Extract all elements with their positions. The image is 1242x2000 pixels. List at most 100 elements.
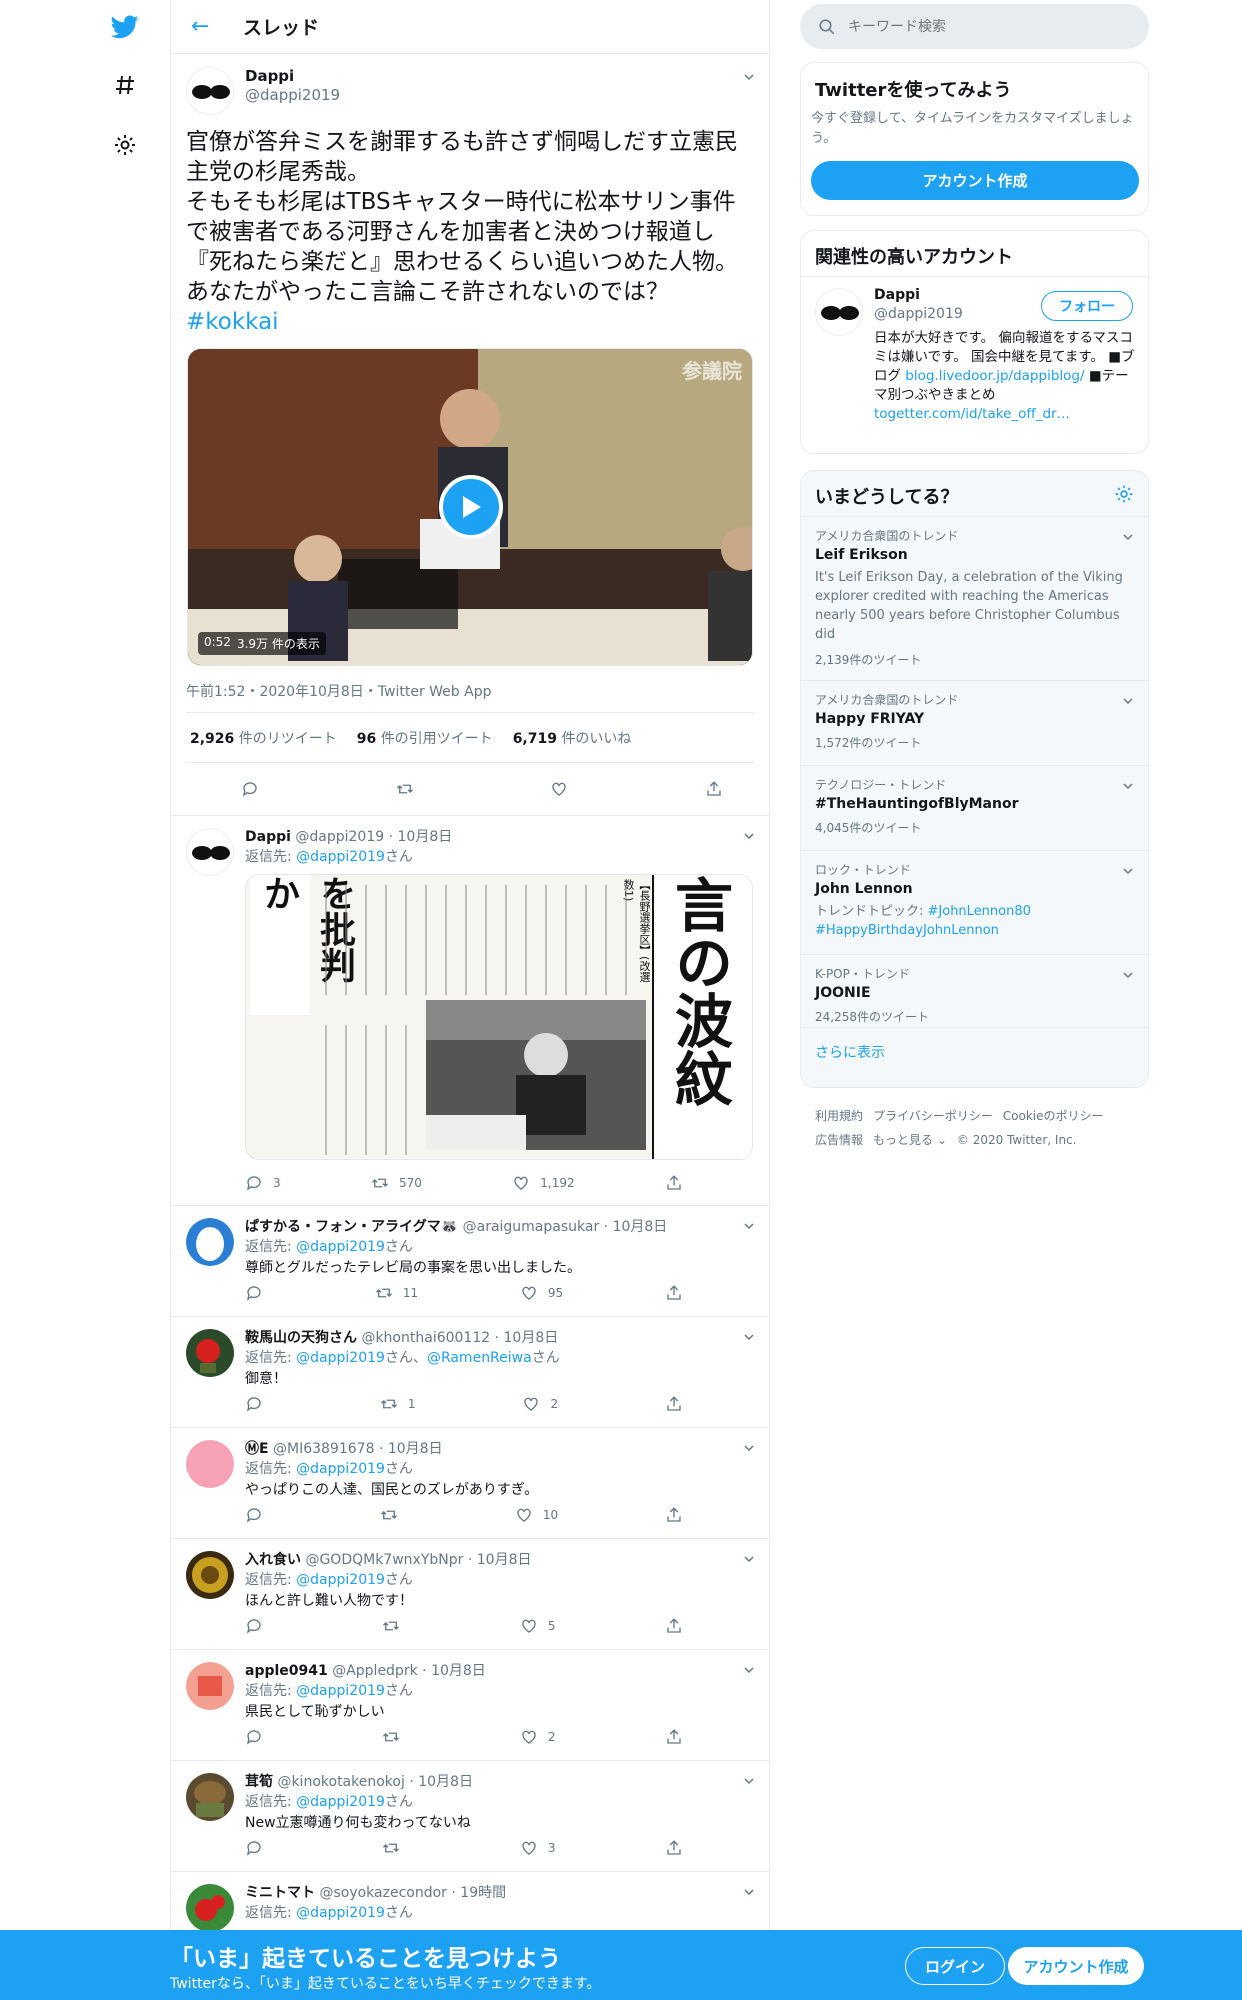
reply-name[interactable]: 鞍馬山の天狗さん [245,1330,357,1346]
retweet-button[interactable]: 1 [380,1395,416,1413]
follow-button[interactable]: フォロー [1041,291,1133,321]
reply-button[interactable] [241,780,259,798]
reply-tweet[interactable]: Dappi @dappi2019 · 10月8日 返信先: @dappi2019… [171,815,769,1205]
privacy-link[interactable]: プライバシーポリシー [873,1109,993,1123]
retweet-stat[interactable]: 2,926 件のリツイート [190,728,337,748]
reply-handle[interactable]: @khonthai600112 [361,1330,490,1346]
reply-to-link[interactable]: @dappi2019 [296,1905,385,1921]
reply-tweet[interactable]: apple0941 @Appledprk · 10月8日 返信先: @dappi2… [171,1649,769,1760]
reply-to-link[interactable]: @dappi2019 [296,1683,385,1699]
author-name[interactable]: Dappi [245,67,294,85]
avatar[interactable] [186,1440,234,1488]
related-togetter-link[interactable]: togetter.com/id/take_off_dr… [874,406,1070,422]
reply-button[interactable] [245,1395,273,1413]
reply-handle[interactable]: @Appledprk [332,1663,418,1679]
avatar[interactable] [186,1329,234,1377]
author-handle[interactable]: @dappi2019 [245,86,340,104]
reply-button[interactable] [245,1728,273,1746]
like-button[interactable]: 5 [520,1617,556,1635]
chevron-down-icon[interactable] [1122,695,1134,707]
avatar[interactable] [186,1218,234,1266]
trend-item[interactable]: アメリカ合衆国のトレンド Happy FRIYAY 1,572件のツイート [801,680,1148,765]
retweet-button[interactable] [382,1617,410,1635]
reply-time[interactable]: 10月8日 [504,1330,559,1346]
share-button[interactable] [665,1284,683,1302]
retweet-button[interactable] [382,1839,410,1857]
reply-name[interactable]: ⓂE [245,1441,269,1457]
retweet-button[interactable] [380,1506,408,1524]
related-name[interactable]: Dappi [874,287,920,303]
video-player[interactable]: 参議院 0:52 3.9万 件の表示 [187,348,753,666]
related-blog-link[interactable]: blog.livedoor.jp/dappiblog/ [905,368,1084,384]
reply-tweet[interactable]: 鞍馬山の天狗さん @khonthai600112 · 10月8日 返信先: @da… [171,1316,769,1427]
hashtag-icon[interactable] [110,70,140,100]
reply-handle[interactable]: @araigumapasukar [463,1219,600,1235]
chevron-down-icon[interactable] [743,1331,755,1343]
trend-item[interactable]: ロック・トレンド John Lennon トレンドトピック: #JohnLennon… [801,850,1148,954]
like-button[interactable] [550,780,568,798]
reply-time[interactable]: 10月8日 [613,1219,668,1235]
reply-button[interactable] [245,1839,273,1857]
chevron-down-icon[interactable] [743,1886,755,1898]
reply-time[interactable]: 10月8日 [398,829,453,845]
back-arrow-icon[interactable]: ← [191,14,221,39]
like-button[interactable]: 1,192 [512,1174,575,1192]
reply-to-link[interactable]: @dappi2019 [296,1794,385,1810]
reply-to-link[interactable]: @dappi2019 [296,849,385,865]
like-button[interactable]: 2 [522,1395,558,1413]
reply-button[interactable]: 3 [245,1174,281,1192]
hashtag-link[interactable]: #kokkai [186,309,279,335]
reply-name[interactable]: Dappi [245,829,291,845]
chevron-down-icon[interactable] [743,1220,755,1232]
share-button[interactable] [705,780,723,798]
ads-info-link[interactable]: 広告情報 [815,1133,863,1147]
like-button[interactable]: 3 [520,1839,556,1857]
avatar[interactable] [186,67,234,115]
reply-name[interactable]: apple0941 [245,1663,328,1679]
avatar[interactable] [186,1773,234,1821]
chevron-down-icon[interactable] [743,830,755,842]
chevron-down-icon[interactable] [743,1442,755,1454]
reply-handle[interactable]: @MI63891678 [273,1441,374,1457]
signup-button[interactable]: アカウント作成 [1008,1947,1144,1985]
retweet-button[interactable] [382,1728,410,1746]
retweet-button[interactable] [396,780,414,798]
reply-tweet[interactable]: 茸筍 @kinokotakenokoj · 10月8日 返信先: @dappi20… [171,1760,769,1871]
reply-handle[interactable]: @dappi2019 [295,829,384,845]
play-button[interactable] [439,475,503,539]
search-box[interactable] [800,4,1149,49]
trend-topic-link[interactable]: #JohnLennon80 [928,904,1031,919]
share-button[interactable] [665,1395,683,1413]
chevron-down-icon[interactable] [743,71,755,83]
share-button[interactable] [665,1839,683,1857]
reply-to-link[interactable]: @dappi2019 [296,1239,385,1255]
reply-handle[interactable]: @GODQMk7wnxYbNpr [305,1552,463,1568]
share-button[interactable] [665,1174,683,1192]
cookie-link[interactable]: Cookieのポリシー [1003,1109,1104,1123]
reply-to-link[interactable]: @RamenReiwa [427,1350,532,1366]
like-button[interactable]: 10 [515,1506,558,1524]
avatar[interactable] [186,1884,234,1932]
share-button[interactable] [665,1617,683,1635]
tweet-datetime[interactable]: 午前1:52・2020年10月8日・Twitter Web App [186,681,491,701]
trend-item[interactable]: テクノロジー・トレンド #TheHauntingofBlyManor 4,045件の… [801,765,1148,850]
reply-button[interactable] [245,1617,273,1635]
quote-stat[interactable]: 96 件の引用ツイート [357,728,493,748]
chevron-down-icon[interactable] [743,1664,755,1676]
chevron-down-icon[interactable] [1122,969,1134,981]
reply-time[interactable]: 10月8日 [431,1663,486,1679]
reply-name[interactable]: 茸筍 [245,1774,273,1790]
reply-to-link[interactable]: @dappi2019 [296,1461,385,1477]
retweet-button[interactable]: 570 [371,1174,422,1192]
avatar[interactable] [815,288,863,336]
reply-image[interactable]: 言の波紋 を批判か 【長野選挙区】(改選数1) [245,874,753,1160]
reply-time[interactable]: 10月8日 [477,1552,532,1568]
more-link[interactable]: もっと見る ⌄ [873,1133,947,1147]
avatar[interactable] [186,1662,234,1710]
create-account-button[interactable]: アカウント作成 [811,161,1139,200]
like-button[interactable]: 95 [520,1284,563,1302]
reply-tweet[interactable]: ⓂE @MI63891678 · 10月8日 返信先: @dappi2019さんや… [171,1427,769,1538]
retweet-button[interactable]: 11 [375,1284,418,1302]
like-button[interactable]: 2 [520,1728,556,1746]
reply-button[interactable] [245,1506,273,1524]
